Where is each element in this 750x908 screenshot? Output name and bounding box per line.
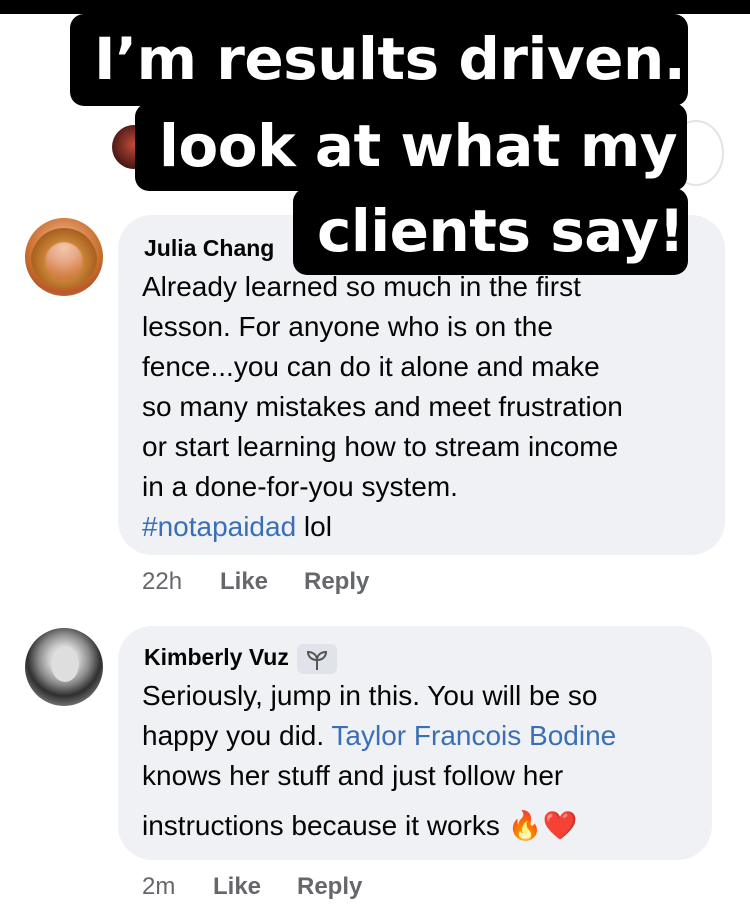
mention-link[interactable]: Taylor Francois Bodine (331, 720, 616, 751)
comment-author-row: Kimberly Vuz (144, 644, 337, 674)
reply-button[interactable]: Reply (304, 568, 369, 596)
comment-text: Seriously, jump in this. You will be so … (142, 680, 617, 842)
comment-text: Already learned so much in the first les… (142, 271, 623, 542)
comment-author[interactable]: Julia Chang (144, 235, 274, 262)
comment-time[interactable]: 22h (142, 568, 182, 596)
reply-button[interactable]: Reply (297, 873, 362, 901)
like-button[interactable]: Like (213, 873, 261, 901)
comment-time[interactable]: 2m (142, 873, 175, 901)
fire-heart-emoji: 🔥❤️ (507, 809, 578, 842)
caption-line-3: clients say! (293, 188, 688, 275)
seedling-icon[interactable] (296, 644, 337, 674)
top-black-bar (0, 0, 750, 14)
hashtag-link[interactable]: #notapaidad (142, 511, 296, 542)
like-button[interactable]: Like (220, 568, 268, 596)
comment-bubble: Kimberly Vuz Seriously, jump in this. Yo… (118, 626, 712, 860)
avatar[interactable] (25, 218, 103, 296)
avatar[interactable] (25, 628, 103, 706)
comment-author[interactable]: Kimberly Vuz (144, 644, 289, 670)
caption-line-2: look at what my (135, 103, 687, 191)
caption-line-1: I’m results driven.. (70, 14, 707, 106)
